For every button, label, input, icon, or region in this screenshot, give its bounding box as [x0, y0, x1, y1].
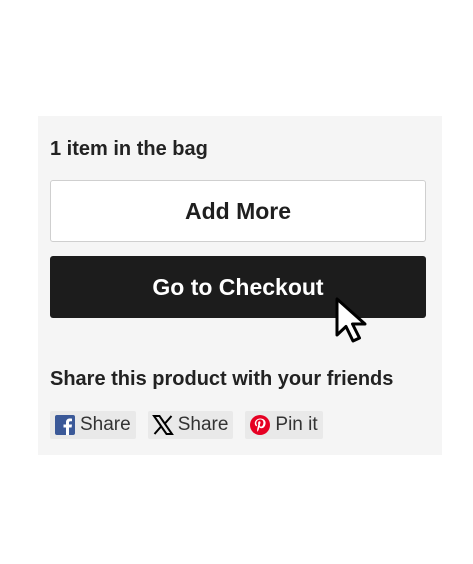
share-buttons: Share Share Pin it	[50, 411, 323, 439]
pinterest-icon	[249, 414, 271, 436]
share-section-title: Share this product with your friends	[50, 368, 394, 390]
pinterest-share-button[interactable]: Pin it	[245, 411, 323, 439]
facebook-share-button[interactable]: Share	[50, 411, 136, 439]
cart-summary-panel: 1 item in the bag Add More Go to Checkou…	[38, 116, 442, 455]
mouse-pointer-icon	[335, 297, 367, 343]
facebook-icon	[54, 414, 76, 436]
x-share-label: Share	[177, 414, 229, 435]
add-more-button[interactable]: Add More	[50, 180, 426, 242]
x-icon	[151, 414, 174, 436]
pinterest-share-label: Pin it	[275, 414, 318, 435]
bag-item-count: 1 item in the bag	[50, 138, 208, 160]
x-share-button[interactable]: Share	[147, 411, 234, 439]
facebook-share-label: Share	[80, 414, 131, 435]
